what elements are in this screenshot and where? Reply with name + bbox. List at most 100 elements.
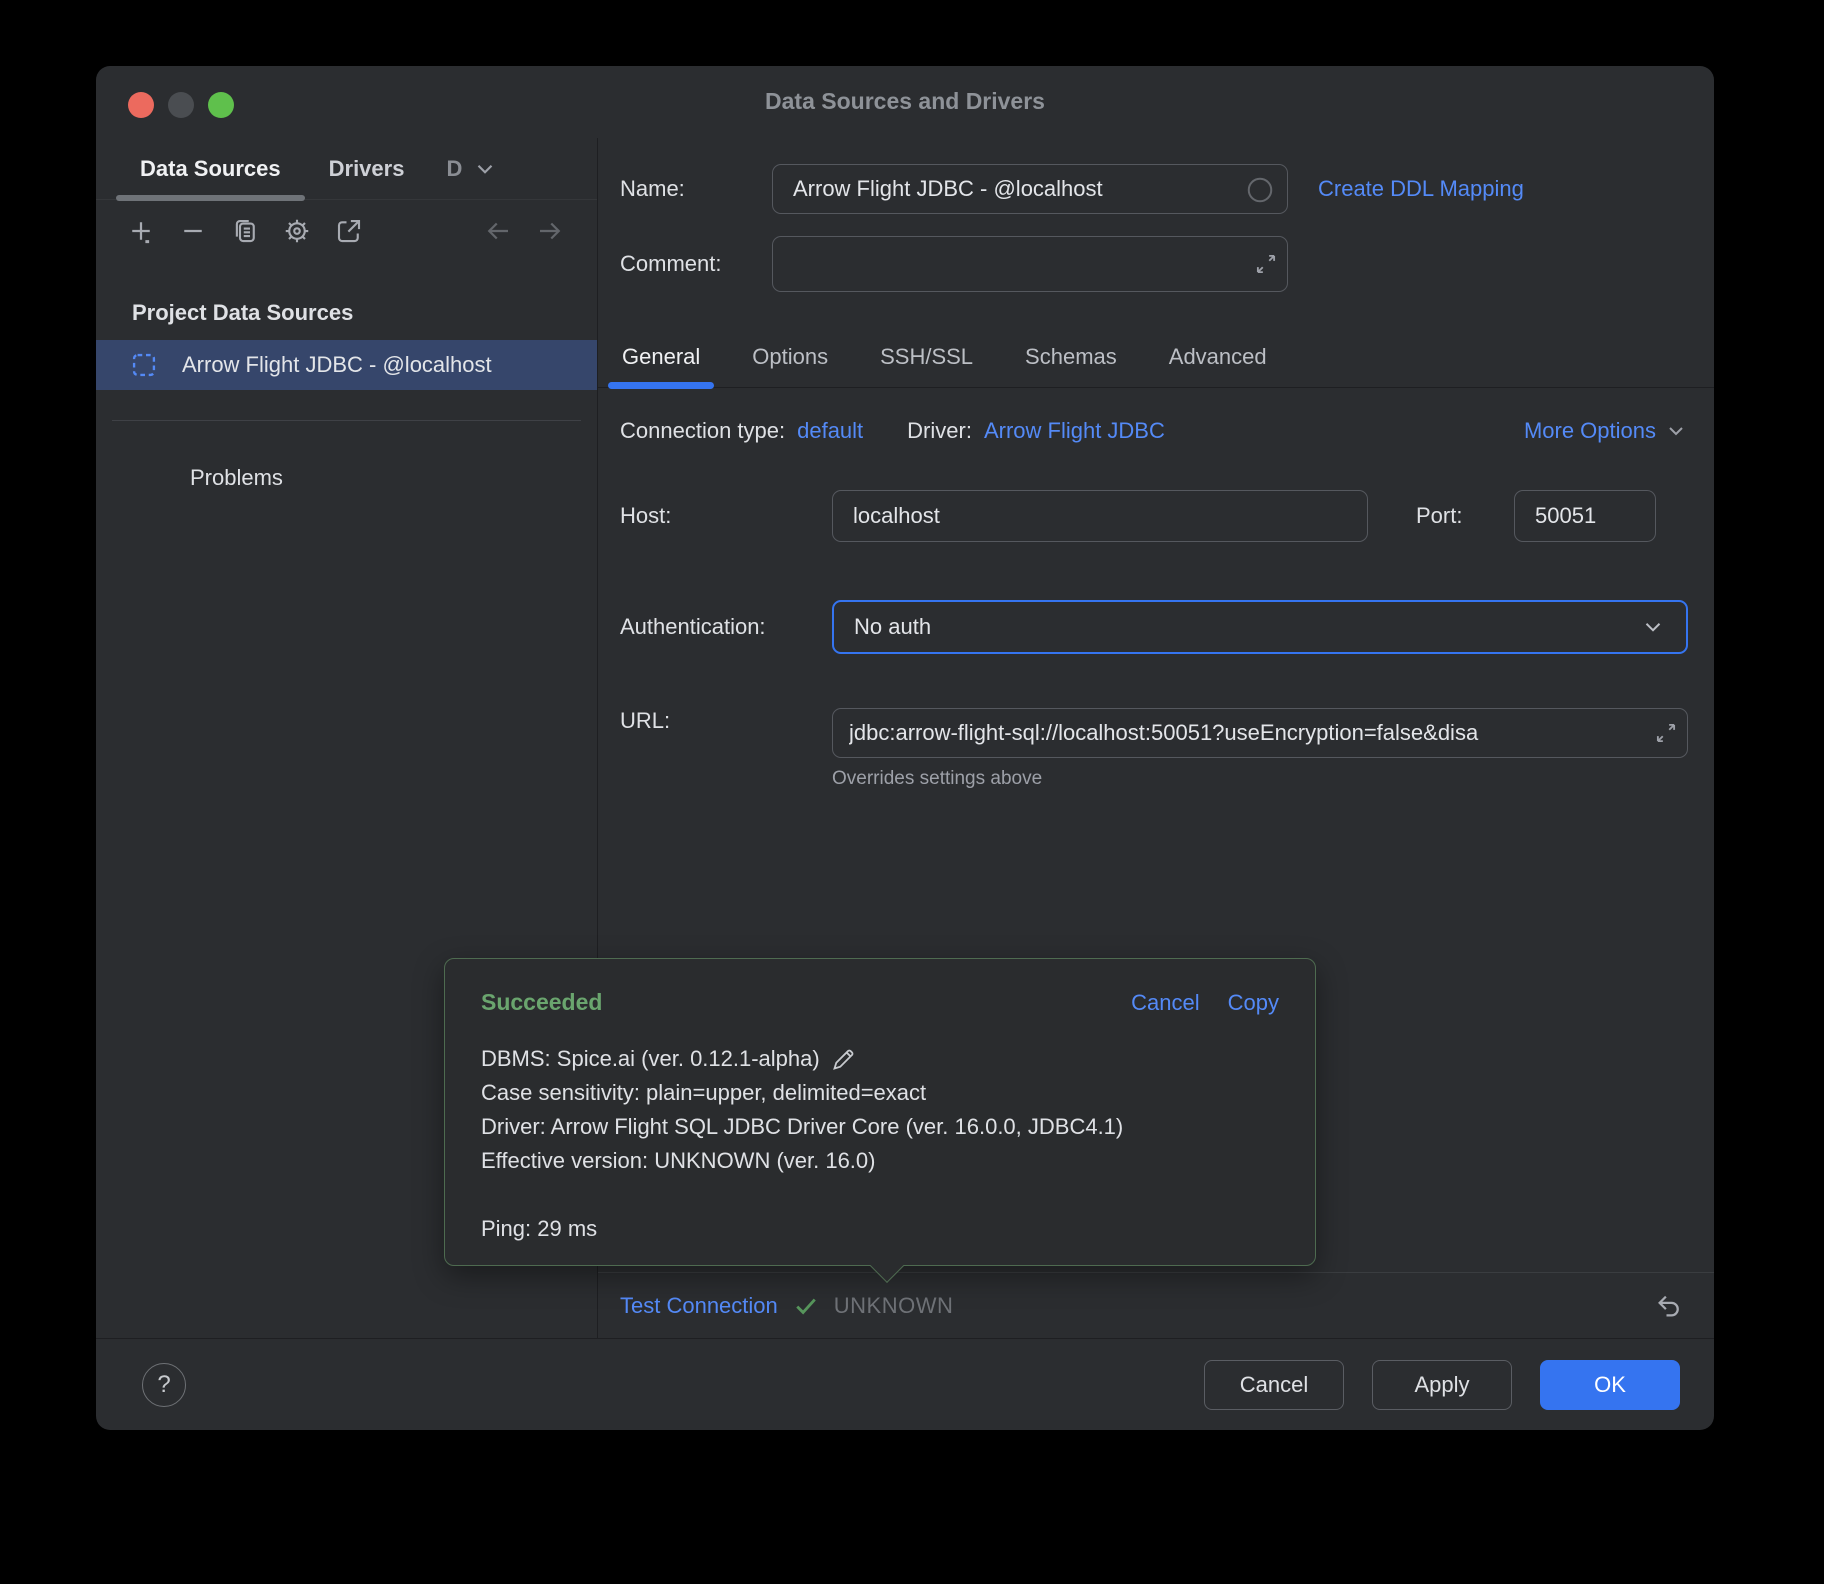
data-sources-dialog: Data Sources and Drivers Data Sources Dr… xyxy=(96,66,1714,1430)
tab-truncated-label: D xyxy=(446,156,462,182)
editor-tab-bar: General Options SSH/SSL Schemas Advanced xyxy=(598,326,1714,388)
test-connection-row: Test Connection UNKNOWN xyxy=(598,1272,1714,1338)
sidebar-divider xyxy=(112,420,581,421)
connection-type-row: Connection type: default Driver: Arrow F… xyxy=(620,418,1688,444)
remove-data-source-button[interactable] xyxy=(172,210,214,252)
export-data-source-button[interactable] xyxy=(328,210,370,252)
plus-icon xyxy=(126,216,156,246)
popup-cancel-link[interactable]: Cancel xyxy=(1131,990,1199,1016)
tab-options[interactable]: Options xyxy=(750,326,830,387)
driver-label: Driver: xyxy=(907,418,972,444)
tab-general-label: General xyxy=(622,344,700,370)
tab-drivers[interactable]: Drivers xyxy=(305,138,429,199)
connection-type-value-link[interactable]: default xyxy=(797,418,863,444)
active-tab-underline xyxy=(608,382,714,389)
tab-data-sources[interactable]: Data Sources xyxy=(116,138,305,199)
more-options-label: More Options xyxy=(1524,418,1656,444)
ping-line: Ping: 29 ms xyxy=(481,1212,597,1246)
gear-icon xyxy=(282,216,312,246)
arrow-right-icon xyxy=(535,216,565,246)
url-label: URL: xyxy=(620,708,832,734)
tab-drivers-label: Drivers xyxy=(329,156,405,182)
effective-version-line: Effective version: UNKNOWN (ver. 16.0) xyxy=(481,1144,876,1178)
status-succeeded: Succeeded xyxy=(481,989,602,1016)
window-title: Data Sources and Drivers xyxy=(96,88,1714,115)
check-icon xyxy=(792,1292,820,1320)
back-button[interactable] xyxy=(477,210,519,252)
project-data-sources-header: Project Data Sources xyxy=(132,300,597,326)
question-mark-icon: ? xyxy=(157,1371,170,1399)
host-field xyxy=(832,490,1368,542)
chevron-down-icon[interactable] xyxy=(472,156,498,182)
authentication-label: Authentication: xyxy=(620,614,832,640)
tab-advanced[interactable]: Advanced xyxy=(1167,326,1269,387)
comment-row: Comment: xyxy=(620,236,1688,292)
url-value: jdbc:arrow-flight-sql://localhost:50051?… xyxy=(849,720,1643,746)
name-input[interactable] xyxy=(791,175,1233,203)
data-source-properties-button[interactable] xyxy=(276,210,318,252)
chevron-down-icon xyxy=(1640,614,1666,640)
duplicate-data-source-button[interactable] xyxy=(224,210,266,252)
minus-icon xyxy=(178,216,208,246)
connection-type-label: Connection type: xyxy=(620,418,785,444)
data-source-item-label: Arrow Flight JDBC - @localhost xyxy=(182,352,492,378)
authentication-select[interactable]: No auth xyxy=(832,600,1688,654)
authentication-row: Authentication: No auth xyxy=(620,600,1688,654)
tab-ddl-truncated[interactable]: D xyxy=(428,138,504,199)
port-field xyxy=(1514,490,1656,542)
port-input[interactable] xyxy=(1533,502,1637,530)
ok-button[interactable]: OK xyxy=(1540,1360,1680,1410)
expand-icon[interactable] xyxy=(1653,720,1679,746)
arrow-left-icon xyxy=(483,216,513,246)
tab-options-label: Options xyxy=(752,344,828,370)
driver-line: Driver: Arrow Flight SQL JDBC Driver Cor… xyxy=(481,1110,1123,1144)
name-label: Name: xyxy=(620,176,772,202)
host-label: Host: xyxy=(620,503,832,529)
case-sensitivity-line: Case sensitivity: plain=upper, delimited… xyxy=(481,1076,926,1110)
authentication-value: No auth xyxy=(854,614,931,640)
tab-schemas[interactable]: Schemas xyxy=(1023,326,1119,387)
tab-ssh-ssl-label: SSH/SSL xyxy=(880,344,973,370)
duplicate-icon xyxy=(230,216,260,246)
chevron-down-icon xyxy=(1664,419,1688,443)
host-input[interactable] xyxy=(851,502,1349,530)
apply-button[interactable]: Apply xyxy=(1372,1360,1512,1410)
create-ddl-mapping-link[interactable]: Create DDL Mapping xyxy=(1318,176,1524,202)
pencil-icon[interactable] xyxy=(830,1046,857,1073)
name-field xyxy=(772,164,1288,214)
tab-general[interactable]: General xyxy=(620,326,702,387)
open-in-new-icon xyxy=(334,216,364,246)
host-row: Host: Port: xyxy=(620,490,1688,542)
comment-label: Comment: xyxy=(620,251,772,277)
tab-advanced-label: Advanced xyxy=(1169,344,1267,370)
problems-item[interactable]: Problems xyxy=(190,465,597,491)
url-row: URL: jdbc:arrow-flight-sql://localhost:5… xyxy=(620,708,1688,758)
forward-button[interactable] xyxy=(529,210,571,252)
tab-schemas-label: Schemas xyxy=(1025,344,1117,370)
add-data-source-button[interactable] xyxy=(120,210,162,252)
active-tab-indicator xyxy=(116,195,305,201)
driver-value-link[interactable]: Arrow Flight JDBC xyxy=(984,418,1165,444)
tab-ssh-ssl[interactable]: SSH/SSL xyxy=(878,326,975,387)
test-connection-link[interactable]: Test Connection xyxy=(620,1293,778,1319)
undo-icon[interactable] xyxy=(1654,1291,1684,1321)
tab-data-sources-label: Data Sources xyxy=(140,156,281,182)
comment-field xyxy=(772,236,1288,292)
url-field[interactable]: jdbc:arrow-flight-sql://localhost:50051?… xyxy=(832,708,1688,758)
popup-copy-link[interactable]: Copy xyxy=(1228,990,1279,1016)
title-bar: Data Sources and Drivers xyxy=(96,66,1714,138)
test-connection-result-popup: Succeeded Cancel Copy DBMS: Spice.ai (ve… xyxy=(444,958,1316,1266)
dbms-line: DBMS: Spice.ai (ver. 0.12.1-alpha) xyxy=(481,1042,820,1076)
refresh-ring-icon xyxy=(1245,175,1275,205)
url-hint: Overrides settings above xyxy=(832,768,1688,790)
more-options-button[interactable]: More Options xyxy=(1524,418,1688,444)
name-row: Name: Create DDL Mapping xyxy=(620,164,1688,214)
cancel-button[interactable]: Cancel xyxy=(1204,1360,1344,1410)
dialog-footer: ? Cancel Apply OK xyxy=(96,1338,1714,1430)
data-source-list-item-selected[interactable]: Arrow Flight JDBC - @localhost xyxy=(96,340,597,390)
expand-icon[interactable] xyxy=(1253,251,1279,277)
test-result-text: UNKNOWN xyxy=(834,1293,954,1319)
help-button[interactable]: ? xyxy=(142,1363,186,1407)
sidebar-toolbar xyxy=(96,200,597,262)
comment-input[interactable] xyxy=(791,250,1239,278)
